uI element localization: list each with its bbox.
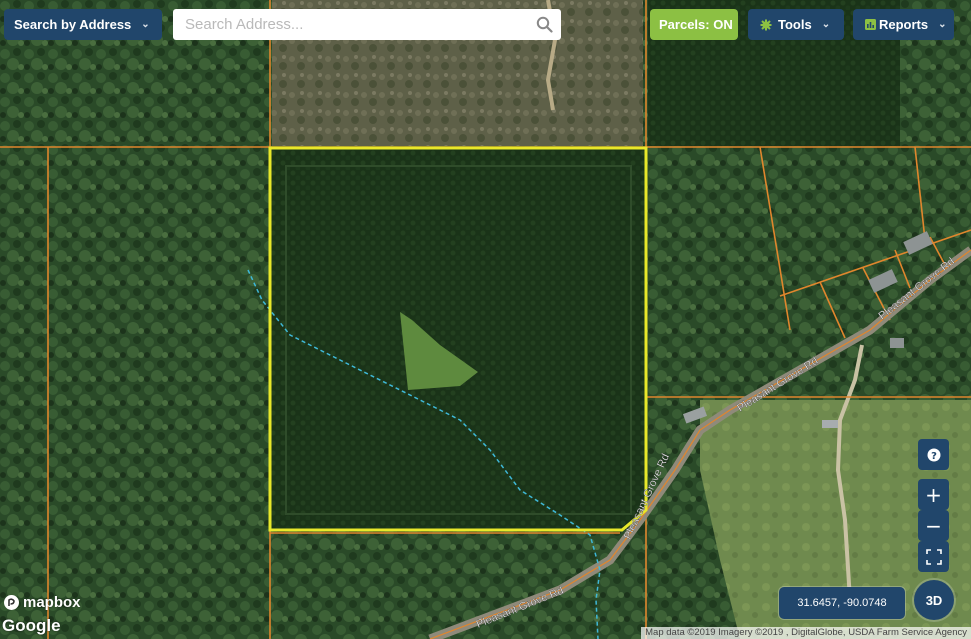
mapbox-icon [4, 595, 19, 610]
mapbox-logo[interactable]: mapbox [3, 594, 81, 611]
chevron-down-icon: ⌄ [821, 19, 831, 30]
tools-dropdown[interactable]: Tools ⌄ [748, 9, 844, 40]
chevron-down-icon: ⌄ [141, 19, 150, 30]
3d-view-button[interactable]: 3D [914, 580, 954, 620]
gear-icon [760, 19, 772, 30]
zoom-in-icon: + [925, 482, 942, 507]
zoom-out-button[interactable]: − [918, 510, 949, 541]
report-icon [865, 19, 876, 30]
coordinates-text: 31.6457, -90.0748 [797, 597, 887, 609]
reports-label: Reports [879, 17, 929, 32]
reports-dropdown[interactable]: Reports ⌄ [853, 9, 954, 40]
chevron-down-icon: ⌄ [938, 19, 947, 30]
search-box[interactable] [173, 9, 561, 40]
zoom-out-icon: − [925, 513, 942, 538]
selected-parcel-fill [270, 148, 646, 530]
satellite-map[interactable]: Pleasant Grove Rd Pleasant Grove Rd Plea… [0, 0, 971, 639]
question-circle-icon: ? [927, 448, 940, 461]
fullscreen-icon [925, 548, 942, 565]
mapbox-label: mapbox [23, 594, 81, 611]
map-attribution[interactable]: Map data ©2019 Imagery ©2019 , DigitalGl… [641, 627, 971, 639]
parcels-label: Parcels: ON [659, 17, 733, 32]
google-logo: Google [2, 616, 61, 636]
search-mode-dropdown[interactable]: Search by Address ⌄ [4, 9, 162, 40]
3d-label: 3D [925, 592, 943, 608]
search-icon[interactable] [536, 16, 553, 33]
search-input[interactable] [183, 9, 527, 40]
help-button[interactable]: ? [918, 439, 949, 470]
shed [890, 338, 904, 348]
google-label: Google [2, 616, 61, 635]
svg-text:?: ? [931, 450, 937, 461]
attribution-text: Map data ©2019 Imagery ©2019 , DigitalGl… [645, 627, 967, 638]
search-mode-label: Search by Address [14, 17, 132, 32]
zoom-in-button[interactable]: + [918, 479, 949, 510]
shed [822, 420, 838, 428]
coordinates-readout: 31.6457, -90.0748 [779, 587, 905, 619]
parcels-toggle-button[interactable]: Parcels: ON [650, 9, 738, 40]
fullscreen-button[interactable] [918, 541, 949, 572]
tools-label: Tools [778, 17, 812, 32]
